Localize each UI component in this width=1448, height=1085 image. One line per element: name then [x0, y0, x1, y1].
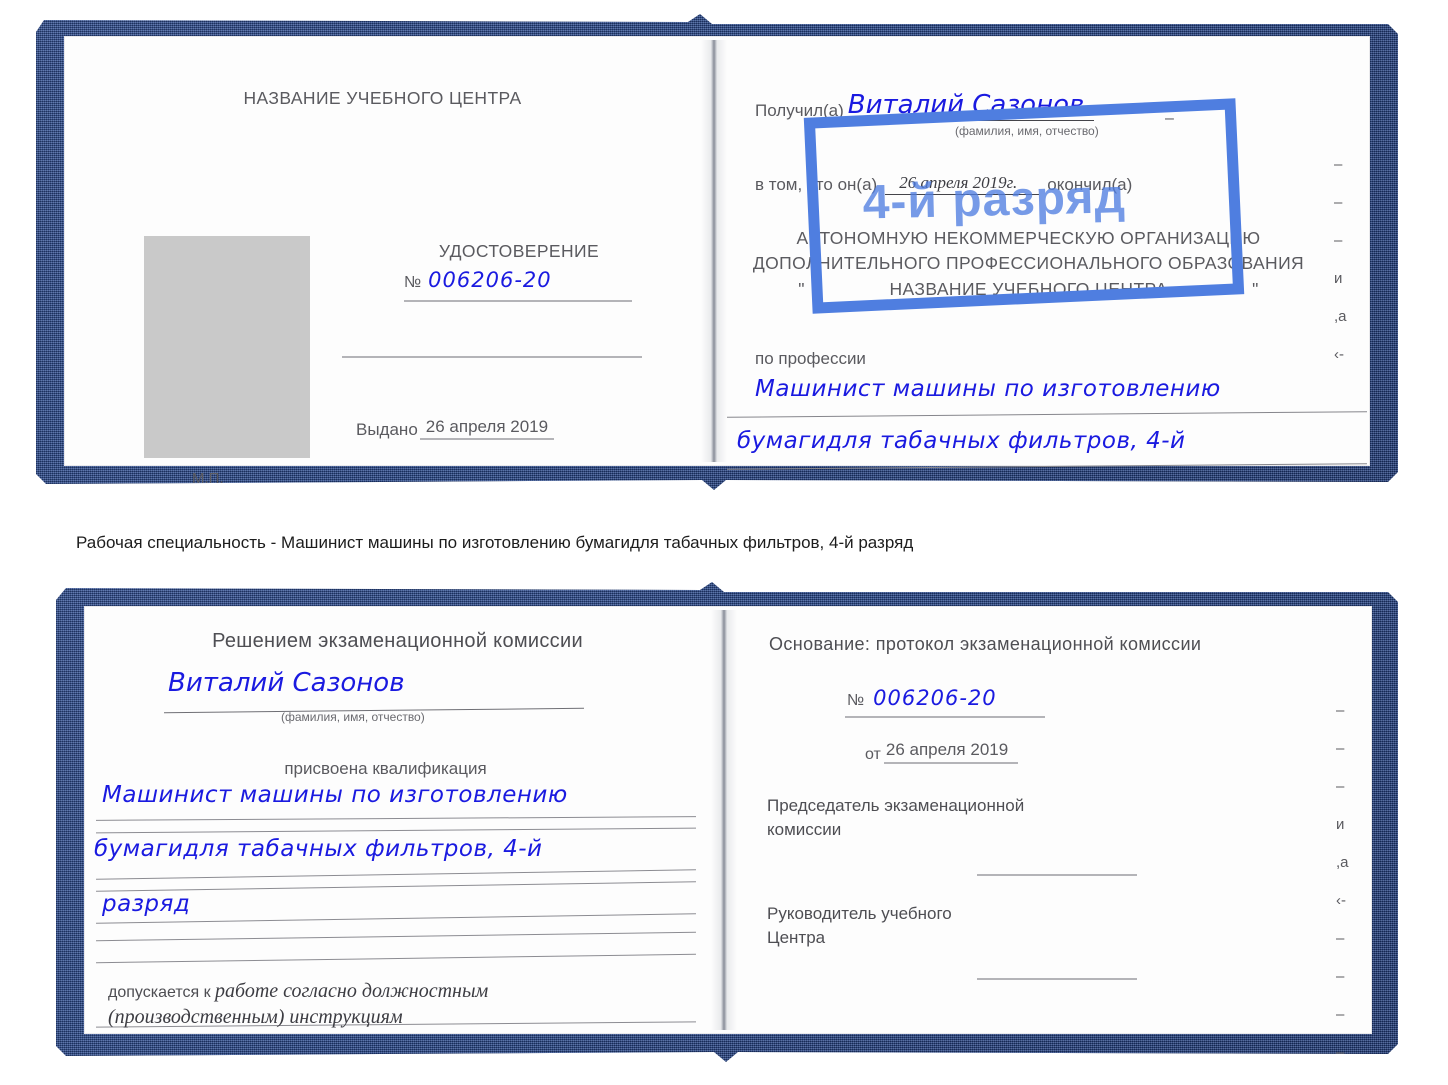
edge-char: – — [1336, 968, 1345, 985]
admitted-label: допускается к — [108, 984, 211, 1001]
edge-char: и — [1336, 816, 1345, 833]
ruled-line — [96, 827, 696, 834]
issued-date-row: Выдано 26 апреля 2019 — [356, 417, 555, 440]
profession-rule-1 — [727, 411, 1367, 418]
top-book-fold — [701, 40, 727, 462]
issued-date-value: 26 апреля 2019 — [425, 417, 549, 436]
edge-char: и — [1334, 270, 1343, 287]
qualification-hand-line-1: Машинист машины по изготовлению — [102, 782, 568, 808]
profession-hand-line-3: разряд — [787, 478, 876, 504]
edge-char: – — [1334, 232, 1343, 249]
blank-field-line — [342, 356, 642, 358]
top-right-edge-characters: – – – и ,а ‹- — [1334, 146, 1358, 374]
recipient-name-value: Виталий Сазонов — [847, 90, 1085, 120]
profession-label: по профессии — [755, 349, 866, 368]
completion-row: в том, что он(а) 26 апреля 2019г. окончи… — [755, 173, 1132, 195]
from-label: от — [865, 746, 881, 763]
top-certificate-book: НАЗВАНИЕ УЧЕБНОГО ЦЕНТРА М.П. УДОСТОВЕРЕ… — [36, 14, 1398, 490]
edge-char: ,а — [1336, 854, 1349, 871]
recipient-row: Получил(а) Виталий Сазонов — [755, 90, 1095, 121]
fio-hint: (фамилия, имя, отчество) — [955, 124, 1099, 138]
edge-char: – — [1336, 1044, 1345, 1061]
bottom-right-page: Основание: протокол экзаменационной коми… — [737, 606, 1372, 1061]
bottom-book-fold — [711, 610, 737, 1030]
quote-open: " — [798, 278, 805, 299]
certificate-number-row: № 006206-20 — [404, 268, 644, 292]
number-symbol: № — [847, 692, 865, 709]
top-left-page: НАЗВАНИЕ УЧЕБНОГО ЦЕНТРА М.П. УДОСТОВЕРЕ… — [64, 36, 701, 487]
commission-chair-signature-line — [977, 874, 1137, 876]
center-head-line-1: Руководитель учебного — [767, 904, 952, 923]
qualification-label: присвоена квалификация — [284, 759, 487, 778]
qualification-hand-line-2: бумагидля табачных фильтров, 4-й — [94, 836, 543, 862]
organization-line-1: АВТОНОМНУЮ НЕКОММЕРЧЕСКУЮ ОРГАНИЗАЦИЮ — [796, 228, 1261, 248]
top-right-page: Получил(а) Виталий Сазонов (фамилия, имя… — [727, 36, 1370, 490]
organization-line-2: ДОПОЛНИТЕЛЬНОГО ПРОФЕССИОНАЛЬНОГО ОБРАЗО… — [752, 253, 1305, 274]
protocol-date-value: 26 апреля 2019 — [885, 740, 1009, 759]
protocol-number-row: № 006206-20 — [847, 686, 997, 710]
bottom-right-edge-characters: – – – и ,а ‹- – – – – — [1336, 692, 1360, 1062]
ruled-line — [96, 931, 696, 942]
commission-chair-line-2: комиссии — [767, 819, 842, 839]
bottom-certificate-book: Решением экзаменационной комиссии Витали… — [56, 582, 1398, 1062]
document-type-label: УДОСТОВЕРЕНИЕ — [438, 241, 600, 261]
bottom-certificate-pages: Решением экзаменационной комиссии Витали… — [84, 606, 1372, 1061]
organization-block: АВТОНОМНУЮ НЕКОММЕРЧЕСКУЮ ОРГАНИЗАЦИЮ ДО… — [727, 226, 1330, 302]
profession-hand-line-1: Машинист машины по изготовлению — [755, 376, 1221, 402]
fio-hint: (фамилия, имя, отчество) — [281, 710, 425, 724]
edge-char: ,а — [1334, 308, 1347, 325]
top-certificate-pages: НАЗВАНИЕ УЧЕБНОГО ЦЕНТРА М.П. УДОСТОВЕРЕ… — [64, 36, 1370, 490]
photo-placeholder — [144, 236, 310, 458]
center-head-role: Руководитель учебного Центра — [767, 902, 952, 950]
ruled-line — [96, 953, 696, 964]
edge-char: – — [1336, 740, 1345, 757]
protocol-number-underline — [845, 716, 1045, 718]
bottom-left-page: Решением экзаменационной комиссии Витали… — [84, 606, 711, 1034]
quote-close: " — [1252, 278, 1259, 299]
center-head-line-2: Центра — [767, 927, 826, 947]
ruled-line — [96, 869, 696, 880]
training-center-name-heading: НАЗВАНИЕ УЧЕБНОГО ЦЕНТРА — [243, 88, 522, 108]
recipient-label: Получил(а) — [755, 101, 844, 120]
center-head-signature-line — [977, 978, 1137, 980]
protocol-date-row: от 26 апреля 2019 — [865, 740, 1019, 764]
admitted-value-line-2: (производственным) инструкциям — [108, 1006, 403, 1028]
edge-char: – — [1334, 194, 1343, 211]
holder-name-value: Виталий Сазонов — [168, 668, 405, 698]
edge-char: ‹- — [1334, 346, 1344, 363]
edge-char: – — [1336, 778, 1345, 795]
admitted-value-line-1: работе согласно должностным — [215, 980, 489, 1002]
page-caption: Рабочая специальность - Машинист машины … — [76, 533, 914, 552]
edge-char: – — [1334, 156, 1343, 173]
edge-char: ‹- — [1336, 892, 1346, 909]
profession-rule-3 — [727, 506, 1367, 507]
profession-rule-2 — [727, 463, 1367, 470]
edge-char: – — [1336, 930, 1345, 947]
organization-line-3: НАЗВАНИЕ УЧЕБНОГО ЦЕНТРА — [889, 278, 1168, 299]
commission-chair-role: Председатель экзаменационной комиссии — [767, 794, 1024, 842]
commission-chair-line-1: Председатель экзаменационной — [767, 796, 1025, 815]
ruled-line — [96, 816, 696, 821]
protocol-number-value: 006206-20 — [873, 686, 997, 710]
number-symbol: № — [404, 274, 422, 291]
organization-line-3-wrap: " НАЗВАНИЕ УЧЕБНОГО ЦЕНТРА " — [727, 277, 1330, 302]
certificate-number-value: 006206-20 — [428, 268, 552, 292]
completion-label: в том, что он(а) — [755, 175, 878, 194]
issued-label: Выдано — [356, 420, 418, 439]
edge-dash-icon: – — [1165, 110, 1174, 127]
completion-date-value: 26 апреля 2019г. — [899, 173, 1018, 192]
admitted-block: допускается к работе согласно должностны… — [108, 978, 688, 1030]
qualification-hand-line-3: разряд — [102, 891, 191, 917]
commission-decision-title: Решением экзаменационной комиссии — [212, 630, 583, 652]
edge-char: – — [1336, 702, 1345, 719]
edge-char: – — [1336, 1006, 1345, 1023]
finished-label: окончил(а) — [1047, 175, 1133, 194]
certificate-number-underline — [404, 300, 632, 302]
basis-label: Основание: протокол экзаменационной коми… — [769, 634, 1202, 654]
profession-hand-line-2: бумагидля табачных фильтров, 4-й — [737, 428, 1186, 454]
seal-place-label: М.П. — [192, 470, 224, 487]
